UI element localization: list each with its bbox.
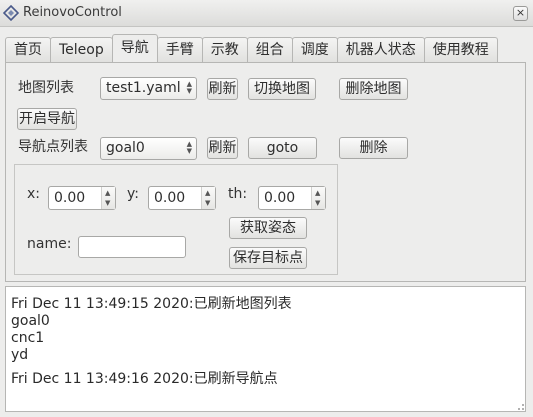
tab-combination[interactable]: 组合 bbox=[246, 37, 293, 63]
delete-map-button[interactable]: 删除地图 bbox=[339, 78, 408, 100]
name-label: name: bbox=[27, 236, 72, 252]
tab-dispatch[interactable]: 调度 bbox=[291, 37, 338, 63]
x-label: x: bbox=[27, 186, 41, 202]
th-spinbox[interactable]: 0.00 ▲ ▼ bbox=[258, 186, 326, 210]
log-line: Fri Dec 11 13:49:16 2020:已刷新导航点 bbox=[11, 371, 278, 387]
combo-arrows-icon: ▲ ▼ bbox=[186, 80, 192, 95]
log-line: cnc1 bbox=[11, 330, 45, 346]
tab-robot-status[interactable]: 机器人状态 bbox=[336, 37, 425, 63]
map-select[interactable]: test1.yaml ▲ ▼ bbox=[100, 77, 197, 100]
delete-waypoint-button[interactable]: 删除 bbox=[339, 137, 408, 159]
refresh-map-button[interactable]: 刷新 bbox=[207, 78, 238, 100]
close-icon[interactable]: × bbox=[513, 6, 528, 21]
title-bar: ReinovoControl × bbox=[0, 0, 533, 27]
th-value: 0.00 bbox=[264, 190, 296, 206]
map-select-value: test1.yaml bbox=[106, 80, 181, 96]
tab-bar: 首页 Teleop 导航 手臂 示教 组合 调度 机器人状态 使用教程 bbox=[5, 34, 498, 63]
save-target-button[interactable]: 保存目标点 bbox=[229, 247, 307, 269]
spin-up-icon[interactable]: ▲ bbox=[105, 190, 110, 197]
y-value: 0.00 bbox=[154, 190, 186, 206]
y-label: y: bbox=[127, 186, 139, 202]
get-pose-button[interactable]: 获取姿态 bbox=[229, 217, 307, 239]
y-spin-buttons[interactable]: ▲ ▼ bbox=[201, 187, 215, 209]
switch-map-button[interactable]: 切换地图 bbox=[248, 78, 316, 100]
resize-grip-icon[interactable] bbox=[513, 399, 525, 411]
spin-down-icon[interactable]: ▼ bbox=[205, 200, 210, 207]
tab-teleop[interactable]: Teleop bbox=[50, 37, 113, 63]
waypoint-select-value: goal0 bbox=[106, 140, 145, 156]
waypoint-select[interactable]: goal0 ▲ ▼ bbox=[100, 137, 197, 160]
x-spin-buttons[interactable]: ▲ ▼ bbox=[101, 187, 115, 209]
combo-arrows-icon: ▲ ▼ bbox=[186, 140, 192, 155]
log-line: yd bbox=[11, 347, 29, 363]
spin-down-icon[interactable]: ▼ bbox=[315, 200, 320, 207]
log-line: goal0 bbox=[11, 313, 50, 329]
goto-button[interactable]: goto bbox=[248, 137, 317, 159]
log-output[interactable]: Fri Dec 11 13:49:15 2020:已刷新地图列表 goal0 c… bbox=[5, 286, 526, 412]
spin-up-icon[interactable]: ▲ bbox=[315, 190, 320, 197]
waypoint-list-label: 导航点列表 bbox=[18, 139, 88, 155]
tab-tutorial[interactable]: 使用教程 bbox=[423, 37, 498, 63]
spin-up-icon[interactable]: ▲ bbox=[205, 190, 210, 197]
th-spin-buttons[interactable]: ▲ ▼ bbox=[311, 187, 325, 209]
x-spinbox[interactable]: 0.00 ▲ ▼ bbox=[48, 186, 116, 210]
diamond-app-icon bbox=[3, 5, 19, 21]
tab-home[interactable]: 首页 bbox=[5, 37, 51, 63]
window-title: ReinovoControl bbox=[23, 5, 122, 20]
x-value: 0.00 bbox=[54, 190, 86, 206]
map-list-label: 地图列表 bbox=[18, 80, 74, 96]
spin-down-icon[interactable]: ▼ bbox=[105, 200, 110, 207]
start-navigation-button[interactable]: 开启导航 bbox=[17, 108, 77, 130]
tab-teach[interactable]: 示教 bbox=[201, 37, 248, 63]
log-line: Fri Dec 11 13:49:15 2020:已刷新地图列表 bbox=[11, 296, 292, 312]
y-spinbox[interactable]: 0.00 ▲ ▼ bbox=[148, 186, 216, 210]
refresh-waypoints-button[interactable]: 刷新 bbox=[207, 137, 238, 159]
tab-navigation[interactable]: 导航 bbox=[111, 34, 158, 62]
th-label: th: bbox=[228, 186, 248, 202]
tab-arm[interactable]: 手臂 bbox=[156, 37, 203, 63]
name-input[interactable] bbox=[78, 236, 186, 258]
